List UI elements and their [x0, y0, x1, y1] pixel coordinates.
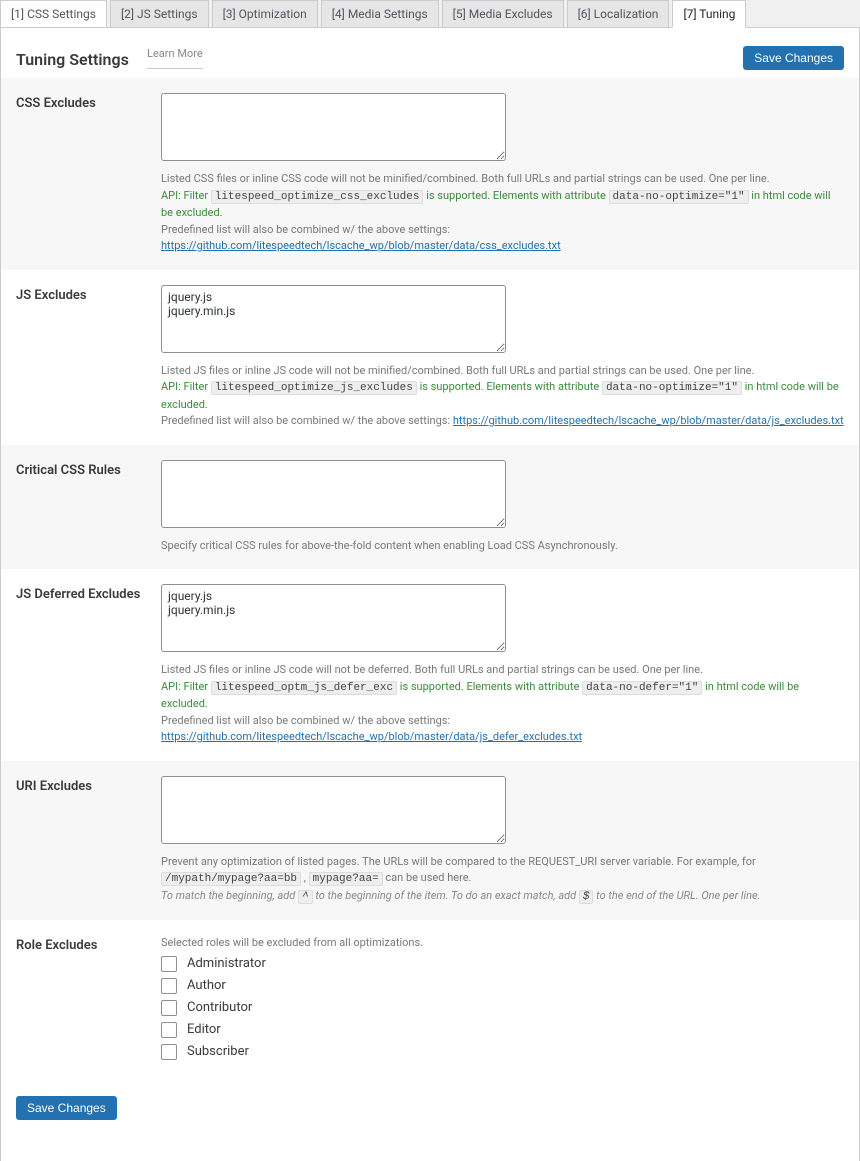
tab-css-settings[interactable]: [1] CSS Settings	[0, 0, 107, 27]
label-uri-excludes: URI Excludes	[1, 761, 161, 921]
learn-more-link[interactable]: Learn More	[147, 47, 203, 69]
tab-localization[interactable]: [6] Localization	[567, 0, 670, 27]
link-js-excludes-predefined[interactable]: https://github.com/litespeedtech/lscache…	[453, 414, 844, 427]
label-critical-css: Critical CSS Rules	[1, 445, 161, 570]
checkbox-subscriber[interactable]	[161, 1044, 177, 1060]
label-js-deferred: JS Deferred Excludes	[1, 569, 161, 761]
tab-tuning[interactable]: [7] Tuning	[672, 0, 746, 28]
settings-tabs: [1] CSS Settings [2] JS Settings [3] Opt…	[0, 0, 860, 28]
desc-css-excludes: Listed CSS files or inline CSS code will…	[161, 172, 770, 185]
desc-role-excludes: Selected roles will be excluded from all…	[161, 936, 423, 949]
checkbox-contributor[interactable]	[161, 1000, 177, 1016]
link-js-deferred-predefined[interactable]: https://github.com/litespeedtech/lscache…	[161, 730, 582, 743]
role-excludes-list: Administrator Author Contributor Editor …	[161, 956, 844, 1060]
textarea-css-excludes[interactable]	[161, 93, 506, 161]
tab-media-settings[interactable]: [4] Media Settings	[321, 0, 439, 27]
label-css-excludes: CSS Excludes	[1, 78, 161, 270]
textarea-uri-excludes[interactable]	[161, 776, 506, 844]
tab-media-excludes[interactable]: [5] Media Excludes	[442, 0, 564, 27]
checkbox-editor[interactable]	[161, 1022, 177, 1038]
textarea-js-excludes[interactable]	[161, 285, 506, 353]
tab-js-settings[interactable]: [2] JS Settings	[110, 0, 209, 27]
desc-js-deferred: Listed JS files or inline JS code will n…	[161, 663, 703, 676]
save-button-top[interactable]: Save Changes	[743, 46, 844, 70]
tab-optimization[interactable]: [3] Optimization	[212, 0, 318, 27]
checkbox-author[interactable]	[161, 978, 177, 994]
textarea-js-deferred[interactable]	[161, 584, 506, 652]
label-js-excludes: JS Excludes	[1, 270, 161, 445]
desc-js-excludes: Listed JS files or inline JS code will n…	[161, 364, 754, 377]
label-role-excludes: Role Excludes	[1, 920, 161, 1081]
link-css-excludes-predefined[interactable]: https://github.com/litespeedtech/lscache…	[161, 239, 561, 252]
checkbox-administrator[interactable]	[161, 956, 177, 972]
desc-critical-css: Specify critical CSS rules for above-the…	[161, 539, 618, 552]
textarea-critical-css[interactable]	[161, 460, 506, 528]
save-button-bottom[interactable]: Save Changes	[16, 1096, 117, 1120]
page-title: Tuning Settings	[16, 50, 129, 69]
